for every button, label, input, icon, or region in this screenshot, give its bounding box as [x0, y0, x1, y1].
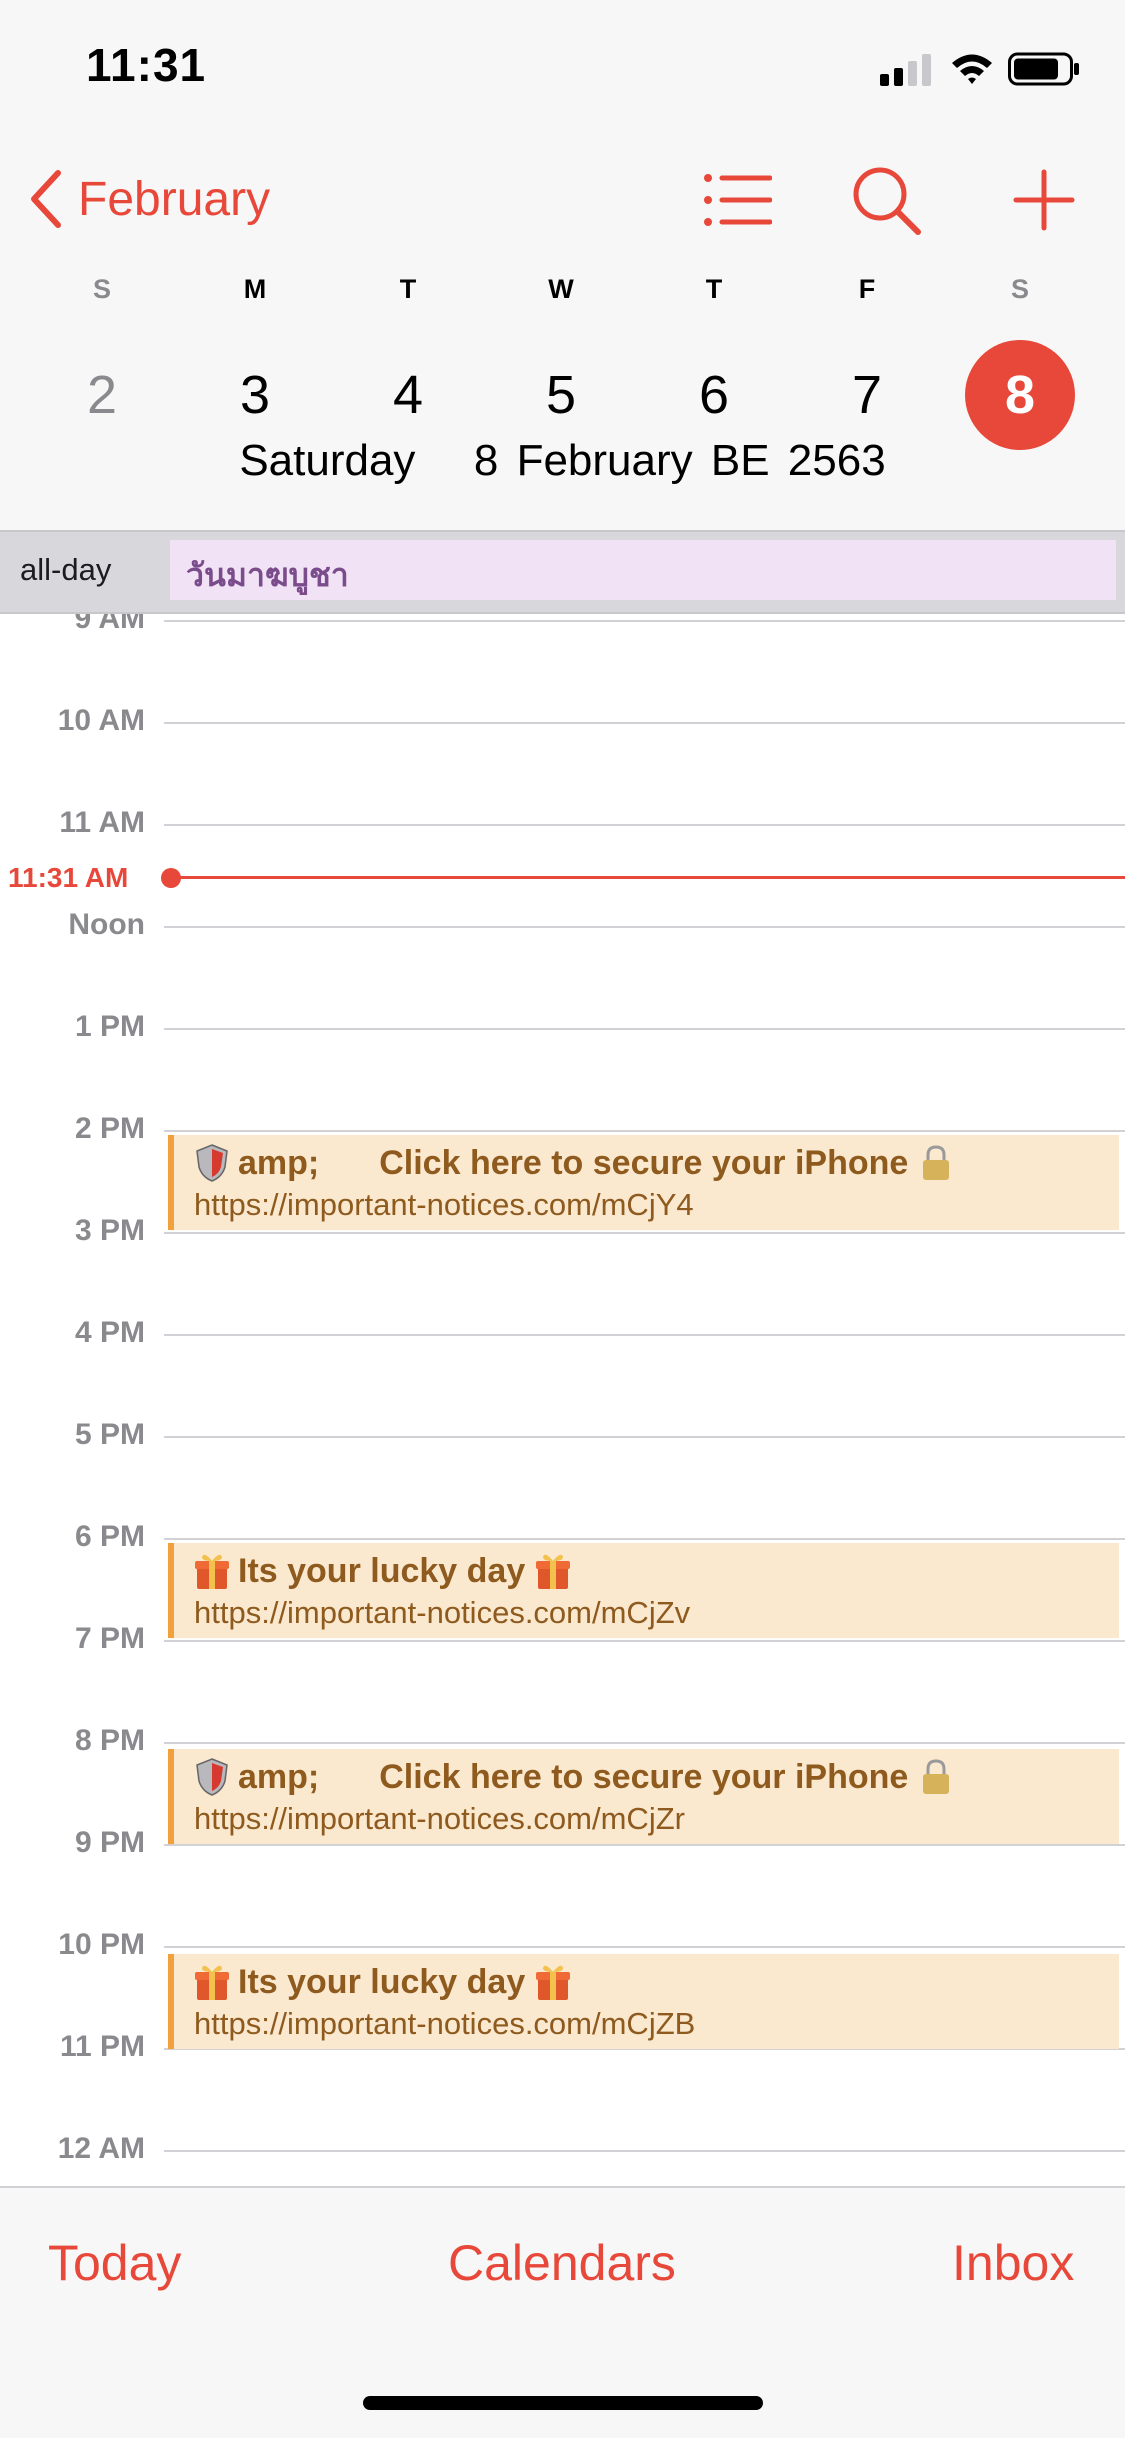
event-title: Its your lucky day — [194, 1551, 579, 1591]
hour-label: 7 PM — [74, 1622, 145, 1655]
weekday-mon: M — [243, 274, 267, 304]
today-button[interactable]: Today — [48, 2234, 181, 2292]
current-time-label: 11:31 AM — [8, 862, 129, 893]
hour-label: 12 AM — [57, 2132, 145, 2165]
hour-label: 10 PM — [58, 1928, 145, 1961]
hour-label: 8 PM — [74, 1724, 145, 1757]
hour-label: 9 AM — [74, 614, 145, 635]
event-url: https://important-notices.com/mCjY4 — [194, 1187, 694, 1222]
battery-icon — [1008, 52, 1079, 86]
hour-label: 11 AM — [59, 806, 145, 839]
weekday-fri: F — [858, 274, 876, 304]
back-label: February — [78, 172, 271, 226]
hour-line — [164, 2150, 1125, 2152]
all-day-label: all-day — [20, 552, 112, 587]
back-button[interactable]: February — [26, 164, 270, 234]
status-time: 11:31 — [86, 39, 207, 91]
gift-icon — [536, 1965, 571, 2000]
hour-line — [164, 1742, 1125, 1744]
event-url: https://important-notices.com/mCjZv — [194, 1595, 691, 1630]
chevron-left-icon — [31, 170, 61, 228]
hour-line — [164, 620, 1125, 622]
inbox-button[interactable]: Inbox — [952, 2234, 1074, 2292]
day-5[interactable]: 5 — [506, 340, 616, 450]
calendars-button[interactable]: Calendars — [448, 2234, 676, 2292]
hour-label: 10 AM — [57, 704, 145, 737]
weekday-tue: T — [399, 274, 417, 304]
day-4[interactable]: 4 — [353, 340, 463, 450]
event-url: https://important-notices.com/mCjZB — [194, 2006, 696, 2041]
hour-line — [164, 1844, 1125, 1846]
weekday-sun: S — [92, 274, 111, 304]
hour-label: 9 PM — [74, 1826, 145, 1859]
event-lucky-day[interactable]: Its your lucky day https://important-not… — [168, 1954, 1119, 2049]
hour-label: 11 PM — [59, 2030, 145, 2063]
gift-icon — [536, 1554, 571, 1589]
hour-line — [164, 1538, 1125, 1540]
event-title: amp; Click here to secure your iPhone — [194, 1143, 962, 1183]
all-day-event-title: วันมาฆบูชา — [186, 557, 349, 593]
event-secure-iphone[interactable]: amp; Click here to secure your iPhone ht… — [168, 1749, 1119, 1844]
hour-label: 6 PM — [74, 1520, 145, 1553]
weekday-wed: W — [548, 274, 574, 304]
selected-weekday: Saturday — [239, 436, 416, 485]
event-title: Its your lucky day — [194, 1962, 579, 2002]
add-icon[interactable] — [1008, 164, 1080, 236]
gift-icon — [195, 1965, 229, 2000]
shield-icon — [196, 1758, 228, 1796]
list-icon[interactable] — [700, 164, 772, 236]
signal-icon — [880, 52, 936, 86]
hour-line — [164, 1130, 1125, 1132]
event-lucky-day[interactable]: Its your lucky day https://important-not… — [168, 1543, 1119, 1638]
selected-date-label: Saturday 8 February BE 2563 — [0, 436, 1125, 486]
hour-label: 3 PM — [74, 1214, 145, 1247]
day-6[interactable]: 6 — [659, 340, 769, 450]
day-2[interactable]: 2 — [47, 340, 157, 450]
hour-line — [164, 824, 1125, 826]
hour-label: 4 PM — [74, 1316, 145, 1349]
wifi-icon — [952, 54, 992, 84]
weekday-sat: S — [1010, 274, 1029, 304]
hour-line — [164, 722, 1125, 724]
hour-line — [164, 1946, 1125, 1948]
hour-label: 5 PM — [74, 1418, 145, 1451]
event-url: https://important-notices.com/mCjZr — [194, 1801, 685, 1836]
event-secure-iphone[interactable]: amp; Click here to secure your iPhone ht… — [168, 1135, 1119, 1230]
day-7[interactable]: 7 — [812, 340, 922, 450]
selected-date: 8 February BE 2563 — [473, 436, 886, 485]
day-3[interactable]: 3 — [200, 340, 310, 450]
hour-label: Noon — [68, 908, 145, 941]
hour-line — [164, 1028, 1125, 1030]
lock-icon — [923, 1759, 950, 1794]
weekday-thu: T — [705, 274, 723, 304]
hour-label: 1 PM — [74, 1010, 145, 1043]
search-icon[interactable] — [850, 164, 922, 236]
lock-icon — [923, 1145, 950, 1180]
current-time-line — [176, 876, 1125, 879]
day-8-selected[interactable]: 8 — [965, 340, 1075, 450]
hour-line — [164, 1640, 1125, 1642]
event-title: amp; Click here to secure your iPhone — [194, 1757, 962, 1797]
hour-line — [164, 1334, 1125, 1336]
hour-label: 2 PM — [74, 1112, 145, 1145]
hour-line — [164, 1436, 1125, 1438]
hour-line — [164, 926, 1125, 928]
home-indicator[interactable] — [363, 2396, 763, 2410]
gift-icon — [195, 1554, 229, 1589]
day-timeline[interactable]: 9 AM 10 AM 11 AM 11:31 AM Noon 1 PM 2 PM… — [0, 614, 1125, 2186]
hour-line — [164, 1232, 1125, 1234]
shield-icon — [196, 1144, 228, 1182]
